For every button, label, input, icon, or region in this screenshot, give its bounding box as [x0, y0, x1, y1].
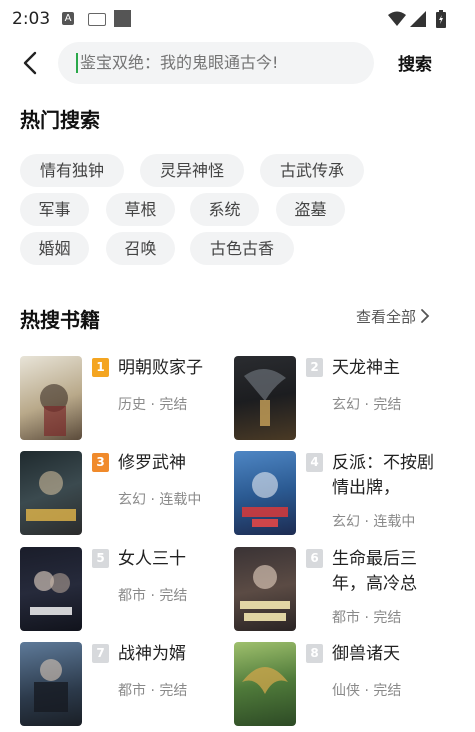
book-meta: 都市 · 完结	[118, 683, 188, 699]
book-title[interactable]: 女人三十	[118, 547, 228, 572]
book-cover[interactable]	[20, 547, 82, 631]
book-item[interactable]: 2 天龙神主 玄幻 · 完结	[234, 356, 444, 446]
hot-tag[interactable]: 草根	[106, 193, 175, 226]
book-title[interactable]: 御兽诸天	[332, 642, 442, 667]
book-item[interactable]: 4 反派：不按剧情出牌， 玄幻 · 连载中	[234, 451, 444, 541]
book-item[interactable]: 1 明朝败家子 历史 · 完结	[20, 356, 230, 446]
wifi-icon	[388, 11, 406, 26]
search-button[interactable]: 搜索	[398, 50, 432, 75]
cover-art-icon	[240, 565, 290, 621]
cover-art-icon	[40, 384, 68, 436]
hot-search-title: 热门搜索	[20, 108, 100, 132]
hot-tag[interactable]: 系统	[190, 193, 259, 226]
book-meta: 历史 · 完结	[118, 397, 188, 413]
book-meta: 仙侠 · 完结	[332, 683, 402, 699]
rank-badge: 7	[92, 644, 109, 663]
book-title[interactable]: 修罗武神	[118, 451, 228, 476]
rank-badge: 8	[306, 644, 323, 663]
book-meta: 玄幻 · 连载中	[332, 514, 416, 530]
book-meta: 玄幻 · 完结	[332, 397, 402, 413]
book-title[interactable]: 生命最后三年，高冷总	[332, 547, 442, 597]
signal-icon	[410, 11, 426, 27]
search-box[interactable]	[58, 42, 374, 84]
hot-tag[interactable]: 婚姻	[20, 232, 89, 265]
book-cover[interactable]	[234, 451, 296, 535]
hot-tag[interactable]: 军事	[20, 193, 89, 226]
rank-badge: 2	[306, 358, 323, 377]
book-title[interactable]: 战神为婿	[118, 642, 228, 667]
hot-tag[interactable]: 古色古香	[190, 232, 294, 265]
keyboard-icon	[88, 13, 106, 26]
book-meta: 玄幻 · 连载中	[118, 492, 202, 508]
book-cover[interactable]	[234, 642, 296, 726]
hot-books-title: 热搜书籍	[20, 308, 100, 332]
cover-art-icon	[242, 472, 288, 527]
see-all-link[interactable]: 查看全部	[356, 306, 416, 327]
cover-art-icon	[30, 571, 72, 615]
cover-art-icon	[34, 659, 68, 712]
rank-badge: 3	[92, 453, 109, 472]
cover-art-icon	[244, 368, 286, 426]
hot-tag[interactable]: 灵异神怪	[140, 154, 244, 187]
hot-tag[interactable]: 情有独钟	[20, 154, 124, 187]
book-meta: 都市 · 完结	[118, 588, 188, 604]
status-time: 2:03	[12, 9, 51, 29]
text-caret	[76, 53, 78, 73]
book-meta: 都市 · 完结	[332, 610, 402, 626]
battery-icon	[436, 10, 446, 28]
rank-badge: 1	[92, 358, 109, 377]
chevron-right-icon[interactable]	[420, 308, 430, 324]
status-bar: 2:03 A	[0, 0, 475, 38]
book-cover[interactable]	[234, 356, 296, 440]
book-title[interactable]: 天龙神主	[332, 356, 442, 381]
square-notification-icon	[114, 10, 131, 27]
rank-badge: 6	[306, 549, 323, 568]
book-cover[interactable]	[20, 356, 82, 440]
book-item[interactable]: 8 御兽诸天 仙侠 · 完结	[234, 642, 444, 732]
book-cover[interactable]	[234, 547, 296, 631]
rank-badge: 5	[92, 549, 109, 568]
book-title[interactable]: 明朝败家子	[118, 356, 228, 381]
hot-tag[interactable]: 盗墓	[276, 193, 345, 226]
book-cover[interactable]	[20, 642, 82, 726]
cover-art-icon	[242, 667, 288, 694]
cover-art-icon	[26, 471, 76, 521]
a-notification-icon: A	[62, 12, 74, 25]
book-cover[interactable]	[20, 451, 82, 535]
back-arrow-icon[interactable]	[18, 50, 44, 76]
rank-badge: 4	[306, 453, 323, 472]
book-item[interactable]: 6 生命最后三年，高冷总 都市 · 完结	[234, 547, 444, 637]
book-item[interactable]: 5 女人三十 都市 · 完结	[20, 547, 230, 637]
search-input[interactable]	[80, 42, 360, 84]
hot-tag[interactable]: 召唤	[106, 232, 175, 265]
book-item[interactable]: 7 战神为婿 都市 · 完结	[20, 642, 230, 732]
book-item[interactable]: 3 修罗武神 玄幻 · 连载中	[20, 451, 230, 541]
hot-tag[interactable]: 古武传承	[260, 154, 364, 187]
book-title[interactable]: 反派：不按剧情出牌，	[332, 451, 442, 501]
